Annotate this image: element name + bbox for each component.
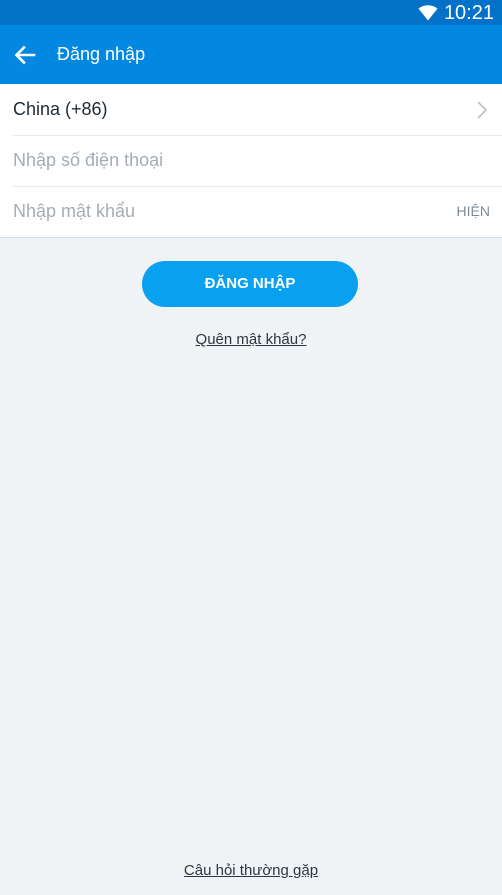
- wifi-icon: [418, 5, 438, 21]
- phone-input[interactable]: [13, 135, 433, 185]
- app-bar: Đăng nhập: [0, 25, 502, 84]
- phone-row: [0, 135, 502, 186]
- forgot-password-link[interactable]: Quên mật khẩu?: [0, 330, 502, 350]
- page-title: Đăng nhập: [57, 44, 146, 64]
- status-time: 10:21: [443, 2, 494, 24]
- country-selector[interactable]: China (+86): [0, 84, 502, 135]
- password-input[interactable]: [13, 186, 433, 236]
- arrow-left-icon[interactable]: [12, 42, 38, 68]
- show-password-button[interactable]: HIỆN: [457, 186, 490, 237]
- status-bar: 10:21: [0, 0, 502, 25]
- country-label: China (+86): [13, 99, 108, 119]
- password-row: HIỆN: [0, 186, 502, 237]
- login-form: China (+86) HIỆN: [0, 84, 502, 238]
- faq-link[interactable]: Câu hỏi thường gặp: [0, 861, 502, 881]
- chevron-right-icon: [477, 101, 488, 119]
- login-button[interactable]: ĐĂNG NHẬP: [142, 261, 358, 307]
